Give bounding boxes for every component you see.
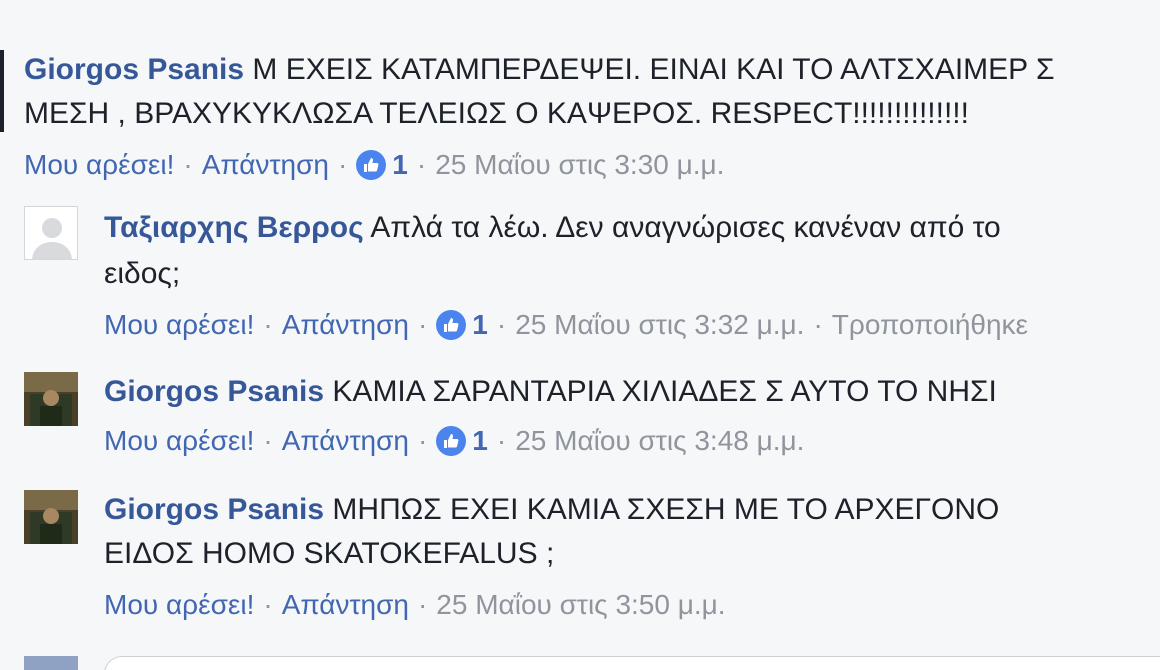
separator: · xyxy=(417,309,428,340)
avatar[interactable] xyxy=(24,490,78,544)
like-count[interactable]: 1 xyxy=(472,425,488,456)
profile-photo-icon xyxy=(24,372,78,426)
edited-label[interactable]: Τροποποιήθηκε xyxy=(832,309,1028,340)
reply-link[interactable]: Απάντηση xyxy=(282,425,409,456)
separator: · xyxy=(263,425,273,456)
comment-text: ΚΑΜΙΑ ΣΑΡΑΝΤΑΡΙΑ ΧΙΛΙΑΔΕΣ Σ ΑΥΤΟ ΤΟ ΝΗΣΙ xyxy=(332,375,997,408)
comment-text-continued: ειδος; xyxy=(104,257,181,290)
comment-body-line-2: ΕΙΔΟΣ HOMO SKATOKEFALUS ; xyxy=(104,534,554,574)
comment-text: Μ ΕΧΕΙΣ ΚΑΤΑΜΠΕΡΔΕΨΕΙ. ΕΙΝΑΙ ΚΑΙ ΤΟ ΑΛΤΣ… xyxy=(252,53,1055,86)
comment-actions: Μου αρέσει! · Απάντηση · 1 · 25 Μαΐου στις 3:4… xyxy=(104,422,804,460)
like-link[interactable]: Μου αρέσει! xyxy=(104,425,254,456)
separator: · xyxy=(263,589,273,620)
comment-timestamp[interactable]: 25 Μαΐου στις 3:48 μ.μ. xyxy=(515,425,804,456)
comment-actions: Μου αρέσει! · Απάντηση · 25 Μαΐου στις 3:50 … xyxy=(104,586,726,624)
comment-author[interactable]: Giorgos Psanis xyxy=(104,375,324,408)
comment-text: Απλά τα λέω. Δεν αναγνώρισες κανέναν από… xyxy=(370,211,1001,244)
comment-text-continued: ΕΙΔΟΣ HOMO SKATOKEFALUS ; xyxy=(104,537,555,570)
comment-text: ΜΗΠΩΣ ΕΧΕΙ ΚΑΜΙΑ ΣΧΕΣΗ ΜΕ ΤΟ ΑΡΧΕΓΟΝΟ xyxy=(332,493,1000,526)
reply-link[interactable]: Απάντηση xyxy=(202,149,329,180)
comment-body-line-2: ειδος; xyxy=(104,254,180,294)
composer-avatar xyxy=(24,656,78,670)
comment-body-line-1: Ταξιαρχης Βερρος Απλά τα λέω. Δεν αναγνώ… xyxy=(104,208,1001,248)
avatar[interactable] xyxy=(24,206,78,260)
thumbs-up-icon[interactable] xyxy=(436,426,467,456)
comment-timestamp[interactable]: 25 Μαΐου στις 3:30 μ.μ. xyxy=(435,149,724,180)
comment-actions: Μου αρέσει! · Απάντηση · 1 · 25 Μαΐου στις 3:3… xyxy=(104,306,1028,344)
comment-body-line-1: Giorgos Psanis Μ ΕΧΕΙΣ ΚΑΤΑΜΠΕΡΔΕΨΕΙ. ΕΙ… xyxy=(24,50,1055,90)
separator: · xyxy=(263,309,273,340)
thumbs-up-icon[interactable] xyxy=(436,310,467,340)
separator: · xyxy=(183,149,193,180)
separator: · xyxy=(337,149,348,180)
separator: · xyxy=(416,149,427,180)
reply-input[interactable] xyxy=(104,656,1160,670)
comments-thread: Giorgos Psanis Μ ΕΧΕΙΣ ΚΑΤΑΜΠΕΡΔΕΨΕΙ. ΕΙ… xyxy=(0,0,1160,670)
separator: · xyxy=(813,309,823,340)
comment-author[interactable]: Giorgos Psanis xyxy=(24,53,244,86)
comment-body-line-2: ΜΕΣΗ , ΒΡΑΧΥΚΥΚΛΩΣΑ ΤΕΛΕΙΩΣ Ο ΚΑΨΕΡΟΣ. R… xyxy=(24,94,969,134)
thumbs-up-icon[interactable] xyxy=(356,150,387,180)
separator: · xyxy=(417,425,428,456)
reply-link[interactable]: Απάντηση xyxy=(282,309,409,340)
separator: · xyxy=(417,589,428,620)
like-count[interactable]: 1 xyxy=(392,149,408,180)
comment-author[interactable]: Ταξιαρχης Βερρος xyxy=(104,211,364,244)
comment-actions: Μου αρέσει! · Απάντηση · 1 · 25 Μαΐου στις 3:3… xyxy=(24,146,724,184)
like-count[interactable]: 1 xyxy=(472,309,488,340)
comment-body-line-1: Giorgos Psanis ΜΗΠΩΣ ΕΧΕΙ ΚΑΜΙΑ ΣΧΕΣΗ ΜΕ… xyxy=(104,490,999,530)
avatar[interactable] xyxy=(24,372,78,426)
separator: · xyxy=(496,425,507,456)
profile-photo-icon xyxy=(24,490,78,544)
default-avatar-icon xyxy=(25,207,77,259)
comment-author[interactable]: Giorgos Psanis xyxy=(104,493,324,526)
like-link[interactable]: Μου αρέσει! xyxy=(104,589,254,620)
comment-timestamp[interactable]: 25 Μαΐου στις 3:32 μ.μ. xyxy=(515,309,804,340)
separator: · xyxy=(496,309,507,340)
reply-link[interactable]: Απάντηση xyxy=(282,589,409,620)
comment-body-line-1: Giorgos Psanis ΚΑΜΙΑ ΣΑΡΑΝΤΑΡΙΑ ΧΙΛΙΑΔΕΣ… xyxy=(104,372,997,412)
comment-text-continued: ΜΕΣΗ , ΒΡΑΧΥΚΥΚΛΩΣΑ ΤΕΛΕΙΩΣ Ο ΚΑΨΕΡΟΣ. R… xyxy=(24,97,969,130)
comment-timestamp[interactable]: 25 Μαΐου στις 3:50 μ.μ. xyxy=(436,589,725,620)
cropped-avatar-edge xyxy=(0,50,4,132)
like-link[interactable]: Μου αρέσει! xyxy=(104,309,254,340)
like-link[interactable]: Μου αρέσει! xyxy=(24,149,174,180)
